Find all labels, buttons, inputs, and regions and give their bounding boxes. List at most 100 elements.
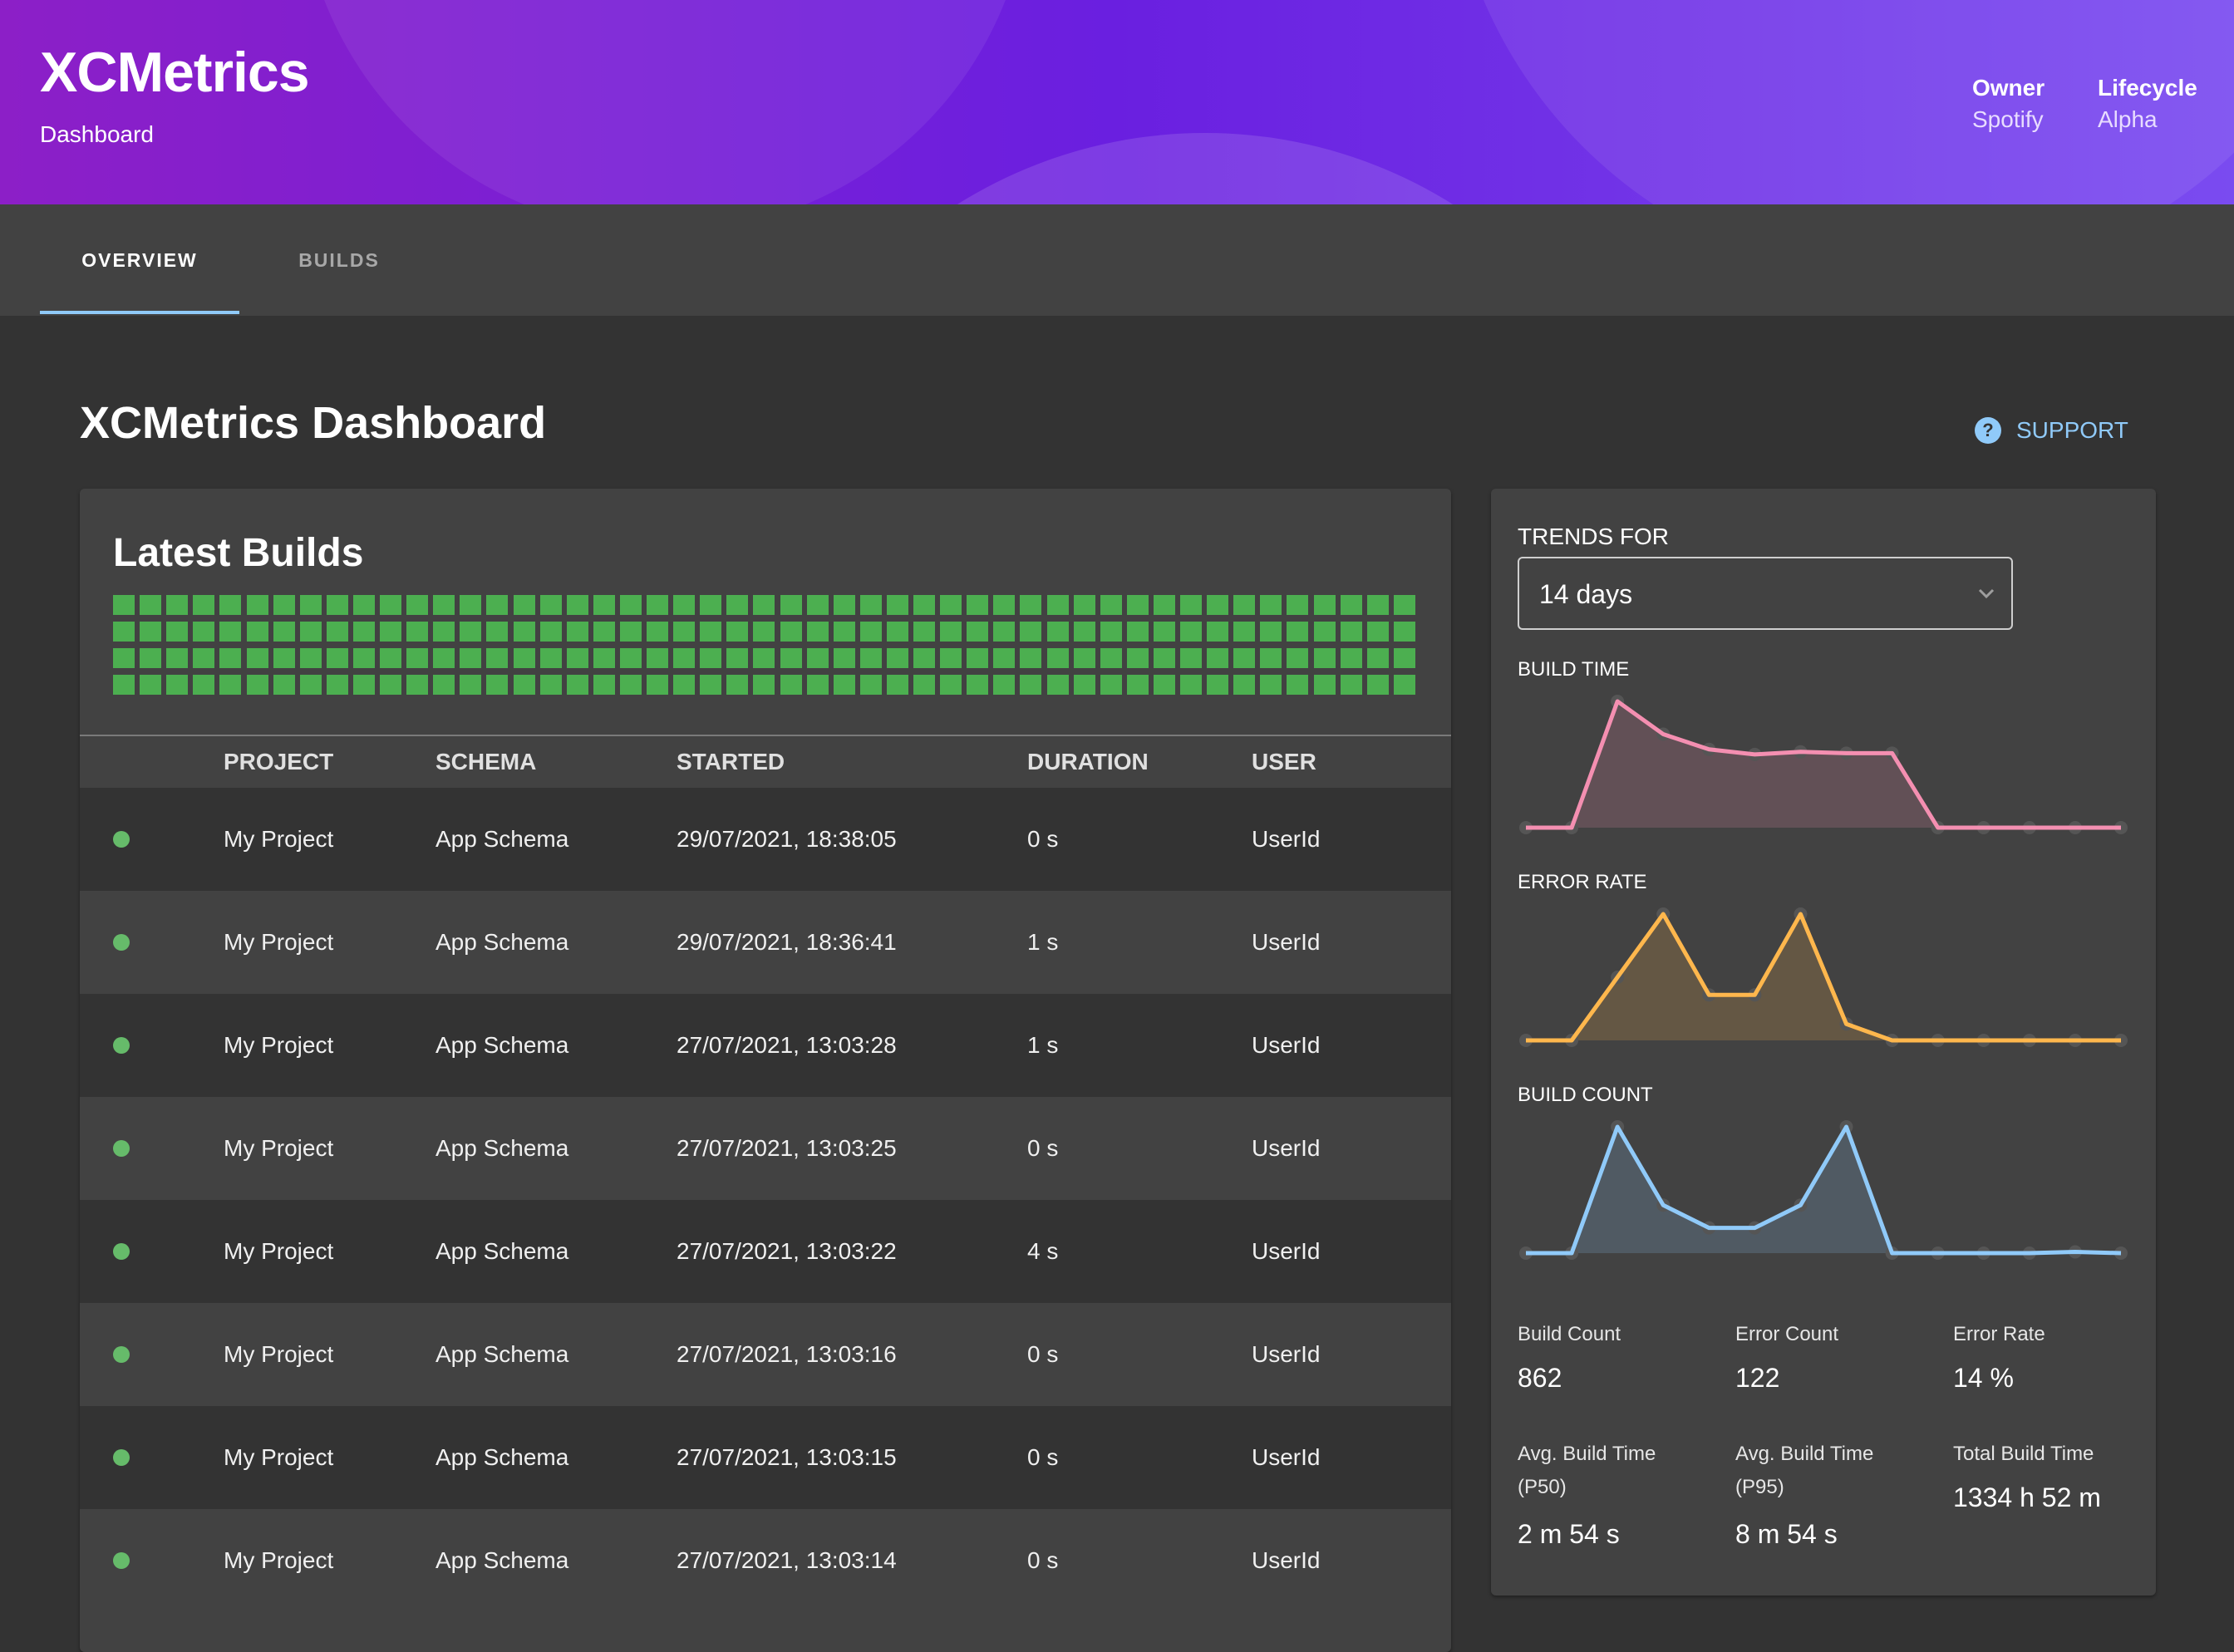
build-status-square[interactable] [299,595,322,615]
build-status-square[interactable] [1233,595,1256,615]
build-status-square[interactable] [380,648,401,668]
build-status-square[interactable] [913,622,935,642]
build-status-square[interactable] [993,595,1016,615]
build-status-square[interactable] [193,595,215,615]
build-status-square[interactable] [1233,648,1256,668]
build-status-square[interactable] [219,675,242,695]
build-status-square[interactable] [246,648,268,668]
build-status-square[interactable] [726,622,749,642]
table-row[interactable]: My Project App Schema 27/07/2021, 13:03:14… [80,1509,1451,1612]
build-status-square[interactable] [246,595,268,615]
build-status-square[interactable] [1260,675,1282,695]
build-status-square[interactable] [940,675,962,695]
support-link[interactable]: ? SUPPORT [1975,414,2128,447]
build-status-square[interactable] [940,595,962,615]
build-status-square[interactable] [886,648,908,668]
build-status-square[interactable] [326,622,348,642]
build-status-square[interactable] [539,595,562,615]
build-status-square[interactable] [833,648,855,668]
build-status-square[interactable] [193,675,215,695]
build-status-square[interactable] [726,595,749,615]
build-status-square[interactable] [113,675,135,695]
build-status-square[interactable] [193,622,215,642]
build-status-square[interactable] [273,595,295,615]
build-status-square[interactable] [566,648,588,668]
build-status-square[interactable] [913,648,935,668]
build-status-square[interactable] [460,622,482,642]
build-status-square[interactable] [140,648,162,668]
build-status-square[interactable] [513,622,535,642]
build-status-square[interactable] [460,595,482,615]
build-status-square[interactable] [1287,595,1309,615]
build-status-square[interactable] [700,648,722,668]
build-status-square[interactable] [539,675,562,695]
build-status-square[interactable] [1046,622,1069,642]
build-status-square[interactable] [833,622,855,642]
build-status-square[interactable] [1313,675,1336,695]
build-status-square[interactable] [1073,595,1095,615]
build-status-square[interactable] [913,595,935,615]
build-status-square[interactable] [619,595,642,615]
build-status-square[interactable] [566,675,588,695]
build-status-square[interactable] [380,675,401,695]
build-status-square[interactable] [460,675,482,695]
build-status-square[interactable] [406,675,429,695]
build-status-square[interactable] [486,595,509,615]
build-status-square[interactable] [246,622,268,642]
build-status-square[interactable] [486,622,509,642]
build-status-square[interactable] [913,675,935,695]
build-status-square[interactable] [352,622,375,642]
build-status-square[interactable] [166,648,189,668]
build-status-square[interactable] [806,675,829,695]
build-status-square[interactable] [299,675,322,695]
table-row[interactable]: My Project App Schema 29/07/2021, 18:36:41… [80,891,1451,994]
build-status-square[interactable] [352,675,375,695]
table-row[interactable]: My Project App Schema 29/07/2021, 18:38:05… [80,788,1451,891]
build-status-square[interactable] [273,622,295,642]
build-status-square[interactable] [1153,595,1175,615]
table-row[interactable]: My Project App Schema 27/07/2021, 13:03:15… [80,1406,1451,1509]
build-status-square[interactable] [993,622,1016,642]
build-status-square[interactable] [1046,648,1069,668]
build-status-square[interactable] [673,595,696,615]
build-status-square[interactable] [1100,675,1122,695]
build-status-square[interactable] [1126,675,1149,695]
build-status-square[interactable] [1020,595,1042,615]
build-status-square[interactable] [513,595,535,615]
build-status-square[interactable] [886,595,908,615]
build-status-square[interactable] [967,595,989,615]
build-status-square[interactable] [1233,675,1256,695]
build-status-square[interactable] [886,675,908,695]
build-status-square[interactable] [833,675,855,695]
build-status-square[interactable] [1366,648,1389,668]
build-status-square[interactable] [780,675,802,695]
build-status-square[interactable] [1153,648,1175,668]
build-status-square[interactable] [406,648,429,668]
build-status-square[interactable] [566,595,588,615]
build-status-square[interactable] [140,675,162,695]
build-status-square[interactable] [1073,622,1095,642]
build-status-square[interactable] [406,622,429,642]
build-status-square[interactable] [886,622,908,642]
tab-overview[interactable]: OVERVIEW [40,204,239,316]
build-status-square[interactable] [406,595,429,615]
build-status-square[interactable] [1340,595,1362,615]
build-status-square[interactable] [1287,648,1309,668]
table-row[interactable]: My Project App Schema 27/07/2021, 13:03:22… [80,1200,1451,1303]
build-status-square[interactable] [647,648,668,668]
table-row[interactable]: My Project App Schema 27/07/2021, 13:03:28… [80,994,1451,1097]
build-status-square[interactable] [1020,622,1042,642]
build-status-square[interactable] [1180,622,1202,642]
build-status-square[interactable] [753,675,775,695]
build-status-square[interactable] [753,595,775,615]
build-status-square[interactable] [380,622,401,642]
build-status-square[interactable] [113,595,135,615]
build-status-square[interactable] [967,622,989,642]
build-status-square[interactable] [1340,675,1362,695]
build-status-square[interactable] [619,648,642,668]
build-status-square[interactable] [806,648,829,668]
build-status-square[interactable] [673,675,696,695]
build-status-square[interactable] [673,648,696,668]
build-status-square[interactable] [460,648,482,668]
build-status-square[interactable] [619,675,642,695]
